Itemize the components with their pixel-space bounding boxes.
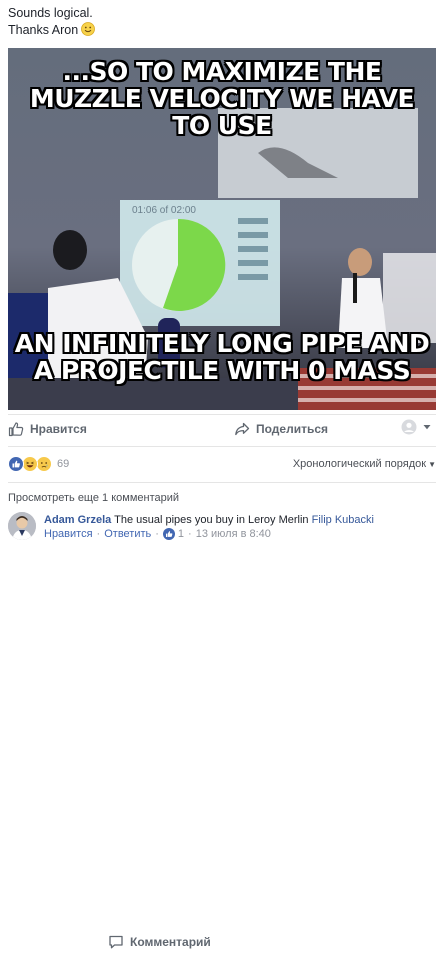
divider: [8, 414, 436, 415]
profile-avatar-icon: [401, 419, 417, 435]
avatar[interactable]: [8, 512, 36, 540]
haha-reaction-icon: [22, 456, 38, 472]
comment-timestamp[interactable]: 13 июля в 8:40: [196, 527, 271, 541]
divider: [8, 446, 436, 447]
meme-caption-bottom: AN INFINITELY LONG PIPE AND A PROJECTILE…: [14, 329, 430, 385]
divider: [8, 482, 436, 483]
like-reaction-icon: [8, 456, 24, 472]
caret-down-icon: ▼: [428, 459, 436, 469]
comment-button[interactable]: Комментарий: [108, 926, 444, 958]
comment-reply-link[interactable]: Ответить: [104, 527, 151, 541]
view-more-comments-link[interactable]: Просмотреть еще 1 комментарий: [8, 492, 179, 504]
like-reaction-icon: [162, 528, 175, 540]
caret-down-icon: [423, 425, 431, 430]
post-text-line-1: Sounds logical.: [8, 6, 93, 20]
comment-like-count[interactable]: 1: [178, 527, 184, 541]
share-button-label: Поделиться: [256, 422, 329, 436]
separator-dot: ·: [188, 528, 192, 540]
reaction-count[interactable]: 69: [57, 458, 69, 470]
share-arrow-icon: [235, 422, 250, 436]
meme-caption-top: ...SO TO MAXIMIZE THE MUZZLE VELOCITY WE…: [29, 57, 415, 140]
separator-dot: ·: [96, 528, 101, 540]
reactions-summary[interactable]: 69: [8, 456, 69, 472]
comment-body: Adam Grzela The usual pipes you buy in L…: [44, 513, 374, 541]
comment-author-link[interactable]: Adam Grzela: [44, 514, 111, 526]
smiley-emoji-icon: [81, 22, 96, 36]
share-button[interactable]: Поделиться: [234, 421, 328, 437]
post-text: Sounds logical. Thanks Aron: [8, 5, 96, 39]
like-button[interactable]: Нравится: [8, 421, 87, 437]
like-button-label: Нравится: [30, 422, 87, 436]
post-text-line-2-label: Thanks Aron: [8, 23, 79, 37]
sad-reaction-icon: [36, 456, 52, 472]
comment-button-label: Комментарий: [130, 935, 211, 949]
comment-bubble-icon: [109, 935, 123, 949]
timer-label: 01:06 of 02:00: [132, 205, 196, 216]
comment-item: Adam Grzela The usual pipes you buy in L…: [8, 510, 436, 542]
comment-sort-dropdown[interactable]: Хронологический порядок ▼: [293, 458, 436, 470]
post-text-line-2: Thanks Aron: [8, 22, 96, 39]
thumbs-up-icon: [8, 422, 24, 437]
meme-image[interactable]: 01:06 of 02:00 ...SO TO MAXIMIZE THE MUZ…: [8, 48, 436, 410]
post-action-bar: Нравится Комментарий Поделиться: [0, 416, 444, 949]
comment-like-link[interactable]: Нравится: [44, 527, 93, 541]
post-as-selector[interactable]: [401, 419, 437, 435]
comment-mention-link[interactable]: Filip Kubacki: [312, 514, 374, 526]
comment-meta: Нравится · Ответить · 1 · 13 июля в 8:40: [44, 527, 374, 541]
separator-dot: ·: [155, 528, 159, 540]
comment-text-line: Adam Grzela The usual pipes you buy in L…: [44, 513, 374, 527]
comment-sort-label: Хронологический порядок: [292, 458, 427, 470]
comment-text: The usual pipes you buy in Leroy Merlin: [114, 514, 309, 526]
